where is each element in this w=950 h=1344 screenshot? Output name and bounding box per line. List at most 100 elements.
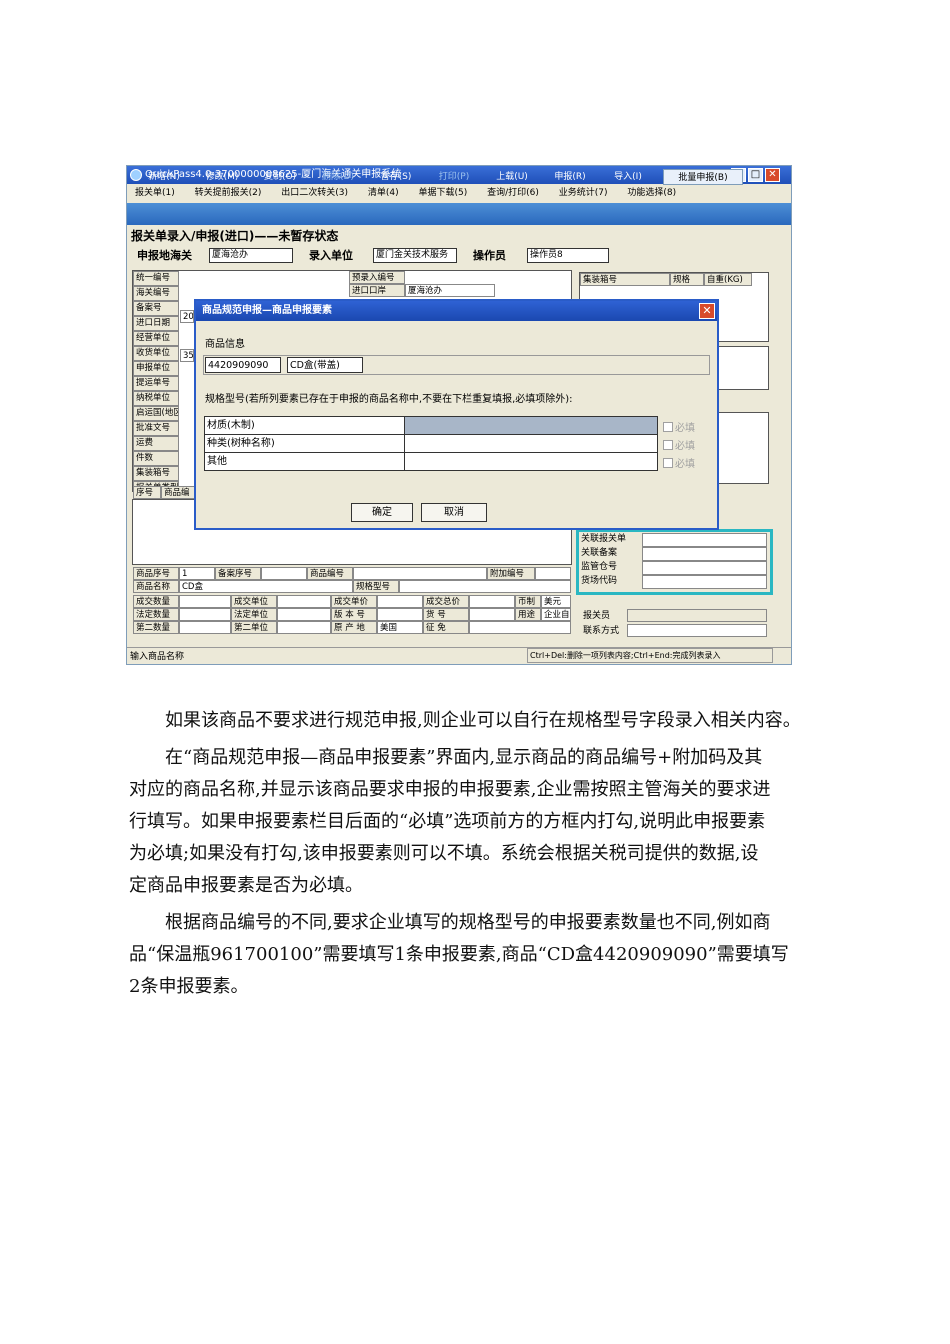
related-labels: 关联报关单 关联备案 监管仓号 货场代码 — [581, 533, 641, 589]
import-button[interactable]: 导入(I) — [605, 169, 651, 185]
paragraph-3-line-2: 品“保温瓶961700100”需要填写1条申报要素,商品“CD盒44209090… — [129, 944, 789, 965]
detail-field[interactable] — [277, 621, 331, 634]
detail-label: 成交总价 — [423, 595, 469, 608]
detail-label: 版 本 号 — [331, 608, 377, 621]
field-label: 集装箱号 — [133, 466, 179, 481]
menu-list[interactable]: 清单(4) — [368, 188, 399, 198]
close-window-button[interactable]: ✕ — [765, 168, 780, 182]
checkbox-square-icon — [663, 440, 673, 450]
spec-label: 规格型号 — [353, 580, 399, 593]
detail-field[interactable] — [277, 595, 331, 608]
unit-field[interactable]: 厦门金关技术服务 — [373, 248, 457, 263]
element-value-input[interactable] — [404, 416, 658, 435]
extra-code-field[interactable] — [535, 567, 571, 580]
delete-button[interactable]: 删除(D) — [315, 169, 361, 185]
paragraph-2-line-2: 对应的商品名称,并显示该商品要求申报的申报要素,企业需按照主管海关的要求进 — [129, 779, 771, 800]
detail-label: 成交数量 — [133, 595, 179, 608]
element-name: 其他 — [204, 452, 405, 471]
print-button[interactable]: 打印(P) — [431, 169, 477, 185]
extra-code-label: 附加编号 — [487, 567, 535, 580]
currency-field[interactable]: 美元 — [541, 595, 571, 608]
detail-field[interactable] — [469, 608, 515, 621]
spec-field[interactable] — [399, 580, 571, 593]
usage-field[interactable]: 企业自 — [541, 608, 571, 621]
detail-label: 币制 — [515, 595, 541, 608]
copy-button[interactable]: 复制(O) — [257, 169, 303, 185]
edit-button[interactable]: 修改(M) — [199, 169, 245, 185]
app-window: QuickPass4.0-3700000008625-厦门海关通关申报系统 _ … — [126, 165, 792, 665]
import-date-field[interactable]: 200 — [180, 310, 194, 323]
detail-field[interactable] — [469, 621, 571, 634]
declare-unit-field[interactable]: 350 — [180, 349, 194, 362]
detail-field[interactable] — [179, 595, 231, 608]
detail-field[interactable] — [277, 608, 331, 621]
customs-label: 申报地海关 — [137, 249, 192, 262]
item-code-field[interactable] — [353, 567, 487, 580]
element-value-input[interactable] — [404, 434, 658, 453]
detail-label: 用途 — [515, 608, 541, 621]
detail-label: 原 产 地 — [331, 621, 377, 634]
item-name-label: 商品名称 — [133, 580, 179, 593]
item-name-field[interactable]: CD盒 — [179, 580, 353, 593]
pre-entry-label: 预录入编号 — [349, 271, 405, 284]
menu-declaration[interactable]: 报关单(1) — [135, 188, 175, 198]
detail-field[interactable] — [377, 608, 423, 621]
menu-download[interactable]: 单据下载(5) — [419, 188, 468, 198]
maximize-button[interactable]: □ — [748, 168, 763, 182]
declarant-field[interactable] — [627, 609, 767, 622]
paragraph-3-line-3: 2条申报要素。 — [129, 976, 249, 997]
required-label: 必填 — [675, 459, 695, 470]
menu-query-print[interactable]: 查询/打印(6) — [487, 188, 539, 198]
dialog-close-button[interactable]: ✕ — [699, 303, 715, 319]
record-seq-field[interactable] — [261, 567, 307, 580]
menu-functions[interactable]: 功能选择(8) — [627, 188, 676, 198]
detail-label: 法定单位 — [231, 608, 277, 621]
upload-button[interactable]: 上载(U) — [489, 169, 535, 185]
related-label: 关联备案 — [581, 548, 618, 558]
detail-field[interactable] — [377, 595, 423, 608]
paragraph-1: 如果该商品不要求进行规范申报,则企业可以自行在规格型号字段录入相关内容。 — [165, 710, 801, 731]
port-field[interactable]: 厦海沧办 — [405, 284, 495, 297]
element-value-input[interactable] — [404, 452, 658, 471]
unit-label: 录入单位 — [309, 249, 353, 262]
declare-button[interactable]: 申报(R) — [547, 169, 593, 185]
origin-field[interactable]: 美国 — [377, 621, 423, 634]
related-field[interactable] — [642, 575, 767, 589]
required-checkbox: 必填 — [663, 419, 695, 434]
checkbox-square-icon — [663, 422, 673, 432]
form-heading: 报关单录入/申报(进口)——未暂存状态 — [131, 229, 339, 243]
field-label: 启运国(地区) — [133, 406, 179, 421]
customs-field[interactable]: 厦海沧办 — [209, 248, 293, 263]
related-field[interactable] — [642, 547, 767, 561]
item-seq-field[interactable]: 1 — [179, 567, 215, 580]
batch-declare-button[interactable]: 批量申报(B) — [663, 169, 743, 185]
cancel-button[interactable]: 取消 — [421, 503, 487, 522]
ok-button[interactable]: 确定 — [351, 503, 413, 522]
contact-field[interactable] — [627, 624, 767, 637]
paragraph-2-line-1: 在“商品规范申报—商品申报要素”界面内,显示商品的商品编号+附加码及其 — [165, 747, 763, 768]
operator-field[interactable]: 操作员8 — [527, 248, 609, 263]
menu-bar: 报关单(1) 转关提前报关(2) 出口二次转关(3) 清单(4) 单据下载(5)… — [127, 185, 791, 201]
related-field[interactable] — [642, 561, 767, 575]
detail-label: 成交单价 — [331, 595, 377, 608]
menu-transit-pre[interactable]: 转关提前报关(2) — [195, 188, 262, 198]
field-label: 经营单位 — [133, 331, 179, 346]
save-button[interactable]: 暂存(S) — [373, 169, 419, 185]
field-label: 件数 — [133, 451, 179, 466]
detail-label: 第二数量 — [133, 621, 179, 634]
field-label: 运费 — [133, 436, 179, 451]
menu-export-transit[interactable]: 出口二次转关(3) — [281, 188, 348, 198]
field-label: 提运单号 — [133, 376, 179, 391]
detail-field[interactable] — [179, 621, 231, 634]
list-header-code: 商品编 — [161, 486, 195, 499]
detail-field[interactable] — [469, 595, 515, 608]
menu-statistics[interactable]: 业务统计(7) — [559, 188, 608, 198]
related-field[interactable] — [642, 533, 767, 547]
new-button[interactable]: 新增(N) — [141, 169, 187, 185]
field-label: 备案号 — [133, 301, 179, 316]
detail-field[interactable] — [179, 608, 231, 621]
paragraph-2-line-4: 为必填;如果没有打勾,该申报要素则可以不填。系统会根据关税司提供的数据,设 — [129, 843, 759, 864]
field-label: 收货单位 — [133, 346, 179, 361]
contact-label: 联系方式 — [583, 626, 620, 636]
port-label: 进口口岸 — [349, 284, 405, 297]
